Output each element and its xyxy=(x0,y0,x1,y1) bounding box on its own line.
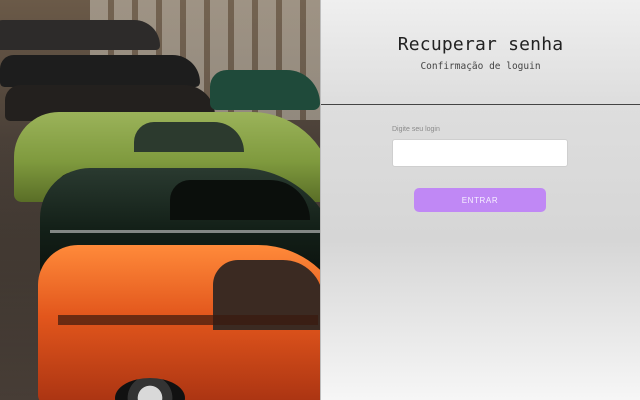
teal-car xyxy=(210,70,320,110)
car-window xyxy=(170,180,310,220)
car-stripe xyxy=(50,230,320,233)
orange-car xyxy=(38,245,320,400)
classic-cars-photo xyxy=(0,0,320,400)
recovery-panel: Recuperar senha Confirmação de loguin Di… xyxy=(321,0,640,400)
header-divider xyxy=(321,104,640,105)
car-stripe xyxy=(58,315,318,325)
background-car xyxy=(0,55,200,87)
page-subtitle: Confirmação de loguin xyxy=(420,61,541,72)
background-car xyxy=(0,20,160,50)
login-label: Digite seu login xyxy=(392,126,440,133)
login-input[interactable] xyxy=(392,139,568,167)
page-title: Recuperar senha xyxy=(397,34,564,55)
submit-button[interactable]: ENTRAR xyxy=(414,188,546,212)
car-window xyxy=(134,122,244,152)
